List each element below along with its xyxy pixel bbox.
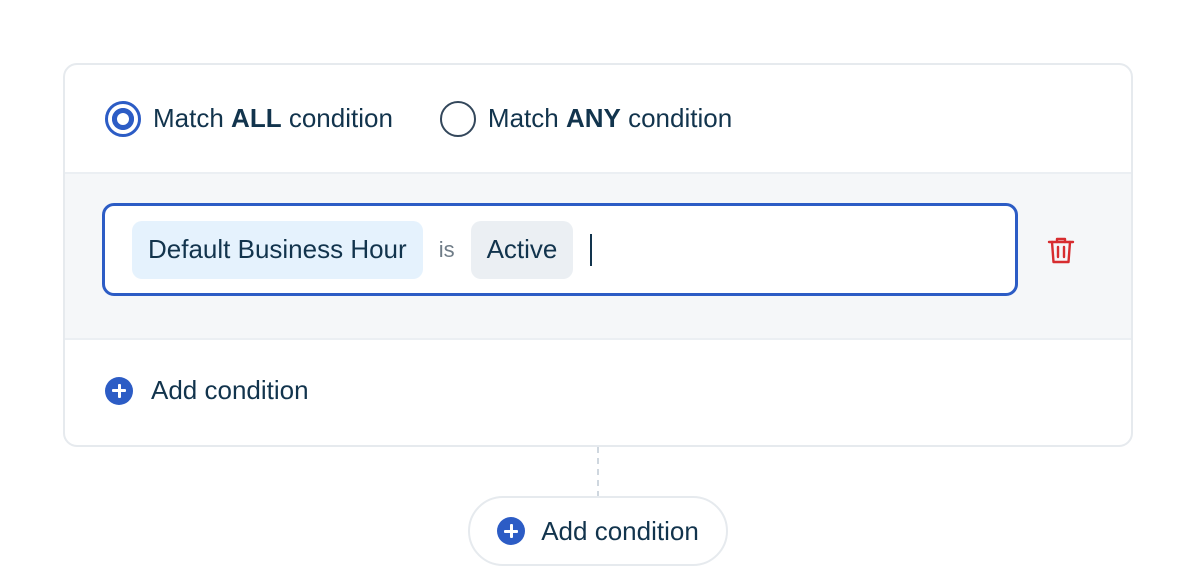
match-mode-selector: Match ALL condition Match ANY condition (65, 65, 1131, 172)
match-any-option[interactable]: Match ANY condition (439, 100, 733, 137)
text-cursor (590, 233, 593, 266)
conditions-list: Default Business Hour is Active (65, 172, 1131, 340)
add-condition-label: Add condition (151, 375, 309, 405)
plus-circle-icon (497, 517, 526, 545)
condition-field-token[interactable]: Default Business Hour (132, 220, 423, 279)
page: Match ALL condition Match ANY condition … (0, 0, 1198, 578)
add-condition-group-button[interactable]: Add condition (468, 496, 728, 566)
add-condition-group-label: Add condition (541, 515, 699, 546)
match-any-keyword: ANY (565, 103, 621, 133)
plus-circle-icon (105, 376, 133, 405)
trash-icon[interactable] (1045, 234, 1077, 266)
radio-checked-icon[interactable] (105, 100, 141, 137)
add-condition-button[interactable]: Add condition (105, 375, 309, 406)
match-any-label: Match ANY condition (487, 103, 733, 133)
match-all-keyword: ALL (231, 103, 282, 133)
condition-input[interactable]: Default Business Hour is Active (102, 203, 1018, 296)
dashed-connector (597, 447, 599, 497)
match-all-option[interactable]: Match ALL condition (105, 100, 393, 137)
match-all-label: Match ALL condition (153, 103, 393, 133)
condition-operator: is (438, 236, 455, 262)
condition-group-card: Match ALL condition Match ANY condition … (63, 63, 1133, 447)
condition-value-token[interactable]: Active (470, 220, 574, 279)
radio-unchecked-icon[interactable] (439, 100, 476, 137)
